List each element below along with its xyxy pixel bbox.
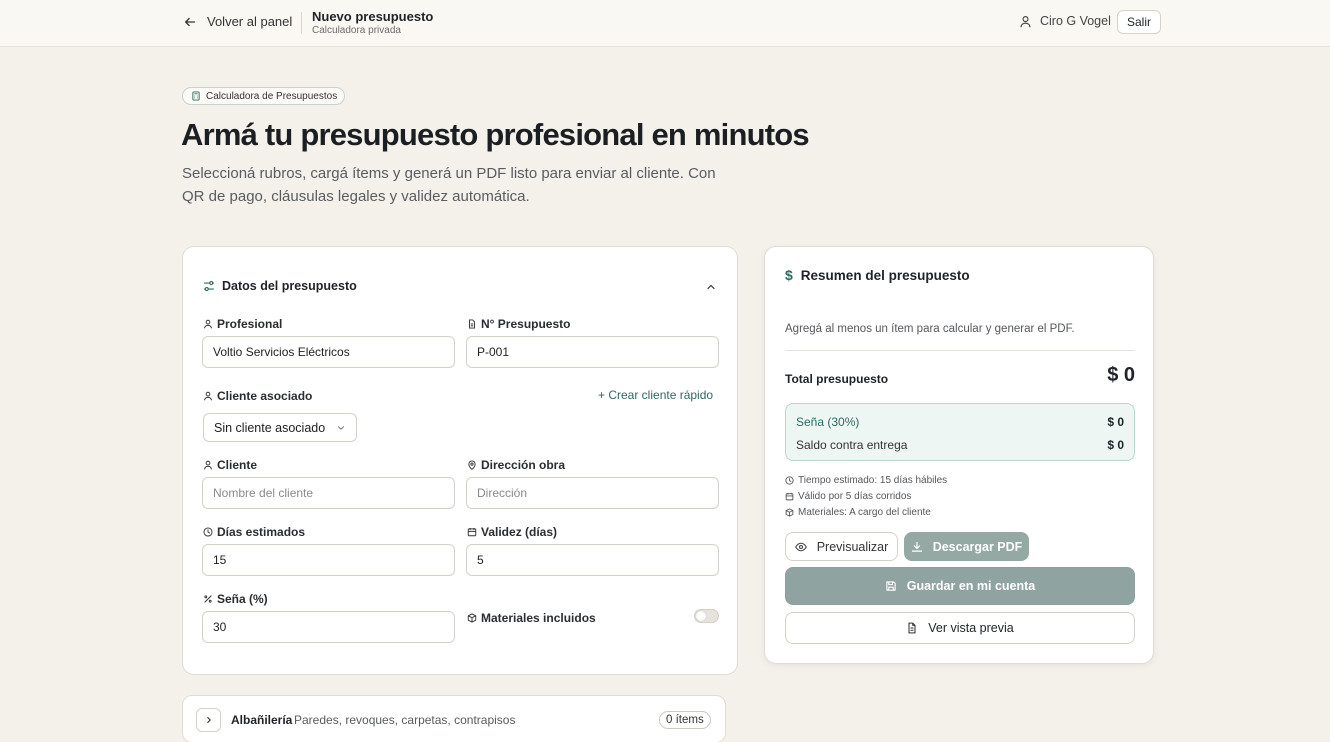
address-label: Dirección obra — [467, 458, 565, 472]
chevron-down-icon — [338, 425, 344, 430]
calculator-icon — [192, 91, 200, 101]
rubro-row-albanileria[interactable]: Albañilería Paredes, revoques, carpetas,… — [182, 695, 726, 742]
arrow-left-icon — [184, 17, 196, 26]
associated-client-selected: Sin cliente asociado — [214, 420, 326, 435]
meta-validity: Válido por 5 días corridos — [785, 491, 911, 502]
total-label: Total presupuesto — [785, 372, 889, 386]
download-icon — [911, 541, 922, 552]
calendar-icon — [785, 492, 794, 501]
user-icon — [204, 319, 212, 329]
deposit-row: Seña (30%) $ 0 — [796, 415, 1124, 429]
budget-number-input[interactable] — [466, 336, 719, 368]
download-pdf-button[interactable]: Descargar PDF — [904, 532, 1029, 561]
hero-subtitle: Seleccioná rubros, cargá ítems y generá … — [182, 165, 716, 205]
view-preview-button[interactable]: Ver vista previa — [785, 612, 1135, 644]
page-subtitle: Calculadora privada — [312, 25, 401, 36]
chevron-right-icon — [206, 716, 211, 724]
save-icon — [886, 581, 896, 591]
estimated-days-input[interactable] — [202, 544, 455, 576]
calendar-icon — [467, 527, 477, 537]
hero-badge: Calculadora de Presupuestos — [182, 87, 346, 105]
page-title-block: Nuevo presupuesto Calculadora privada — [312, 9, 433, 37]
address-input[interactable] — [466, 477, 719, 509]
client-name-input[interactable] — [202, 477, 455, 509]
associated-client-select[interactable]: Sin cliente asociado — [203, 413, 357, 442]
clock-icon — [203, 527, 213, 537]
expand-rubro-button[interactable] — [196, 708, 221, 732]
page-title: Nuevo presupuesto — [312, 9, 434, 24]
logout-button[interactable]: Salir — [1117, 10, 1161, 34]
budget-number-label: N° Presupuesto — [467, 317, 570, 331]
user-icon — [204, 460, 212, 470]
materials-included-toggle[interactable] — [694, 609, 719, 623]
back-to-panel-link[interactable]: Volver al panel — [183, 14, 292, 29]
budget-data-card: Datos del presupuesto Profesional N° Pre… — [182, 246, 738, 675]
budget-data-title: Datos del presupuesto — [222, 279, 357, 293]
deposit-label: Seña (%) — [203, 592, 268, 606]
budget-summary-card: $ Resumen del presupuesto Agregá al meno… — [764, 246, 1154, 664]
user-info: Ciro G Vogel — [1019, 14, 1111, 28]
rubro-item-count: 0 ítems — [659, 711, 711, 729]
save-to-account-button[interactable]: Guardar en mi cuenta — [785, 567, 1135, 605]
materials-included-label: Materiales incluidos — [467, 611, 596, 625]
validity-days-input[interactable] — [466, 544, 719, 576]
rubro-description: Paredes, revoques, carpetas, contrapisos — [294, 713, 516, 727]
user-name: Ciro G Vogel — [1040, 14, 1111, 28]
package-icon — [467, 613, 477, 623]
budget-data-header[interactable]: Datos del presupuesto — [203, 279, 357, 293]
hero-title: Armá tu presupuesto profesional en minut… — [181, 117, 810, 152]
summary-hint: Agregá al menos un ítem para calcular y … — [785, 323, 1075, 335]
estimated-days-label: Días estimados — [203, 525, 305, 539]
map-pin-icon — [468, 460, 476, 470]
payment-breakdown: Seña (30%) $ 0 Saldo contra entrega $ 0 — [785, 403, 1135, 461]
back-label: Volver al panel — [207, 14, 293, 29]
package-icon — [785, 508, 794, 517]
validity-label: Validez (días) — [467, 525, 557, 539]
summary-title: Resumen del presupuesto — [800, 267, 970, 283]
percent-icon — [204, 595, 212, 603]
toggle-knob — [696, 611, 706, 621]
chevron-up-icon[interactable] — [705, 281, 717, 293]
balance-row: Saldo contra entrega $ 0 — [796, 438, 1124, 452]
summary-header: $ Resumen del presupuesto — [785, 267, 970, 283]
hero-badge-label: Calculadora de Presupuestos — [206, 90, 338, 102]
user-icon — [1020, 15, 1031, 27]
dollar-icon: $ — [785, 267, 793, 283]
total-value: $ 0 — [1107, 364, 1135, 386]
top-bar: Volver al panel Nuevo presupuesto Calcul… — [0, 0, 1330, 47]
file-icon — [469, 319, 475, 329]
meta-estimated-time: Tiempo estimado: 15 días hábiles — [785, 475, 947, 486]
summary-divider — [785, 350, 1135, 351]
user-icon — [204, 391, 212, 401]
preview-button[interactable]: Previsualizar — [785, 532, 898, 561]
header-divider — [301, 12, 302, 34]
sliders-icon — [203, 280, 215, 292]
clock-icon — [785, 476, 794, 485]
profesional-input[interactable] — [202, 336, 455, 368]
rubro-name: Albañilería — [231, 713, 293, 727]
profesional-label: Profesional — [203, 317, 282, 331]
deposit-percent-input[interactable] — [202, 611, 455, 643]
quick-create-client-link[interactable]: + Crear cliente rápido — [598, 388, 713, 402]
client-label: Cliente — [203, 458, 257, 472]
eye-icon — [794, 542, 807, 551]
meta-materials: Materiales: A cargo del cliente — [785, 507, 931, 518]
associated-client-label: Cliente asociado — [203, 389, 312, 403]
file-text-icon — [908, 622, 916, 634]
